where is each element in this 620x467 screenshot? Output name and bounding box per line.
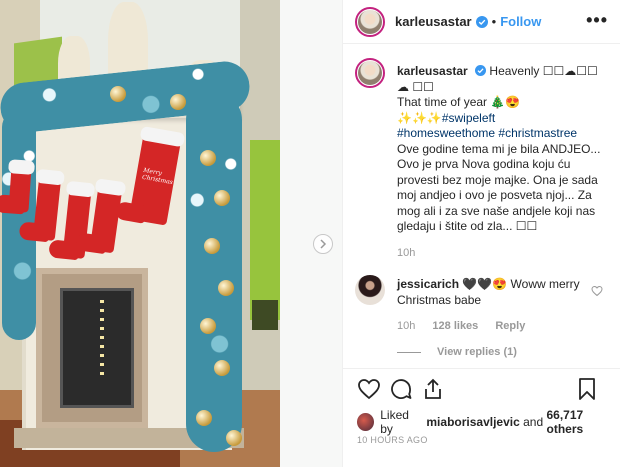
- verified-badge-icon: [475, 65, 487, 76]
- ornament: [196, 410, 212, 426]
- verified-badge-icon: [475, 15, 488, 28]
- view-replies-button[interactable]: View replies (1): [397, 345, 597, 361]
- comment-username[interactable]: jessicarich: [397, 277, 459, 291]
- comment-item: jessicarich 🖤🖤😍 Woww merry Christmas bab…: [343, 275, 620, 360]
- follow-button[interactable]: Follow: [500, 14, 541, 29]
- carousel-next-button[interactable]: [313, 234, 333, 254]
- reply-button[interactable]: Reply: [495, 320, 525, 332]
- green-cabinet: [250, 140, 280, 320]
- post-timestamp[interactable]: 10 HOURS AGO: [357, 435, 428, 445]
- caption-time[interactable]: 10h: [397, 247, 415, 259]
- ornament: [214, 190, 230, 206]
- caption-hashtags[interactable]: #homesweethome #christmastree: [397, 126, 609, 142]
- action-bar: [343, 368, 620, 408]
- comment-likes[interactable]: 128 likes: [432, 320, 478, 332]
- separator-dot: •: [491, 14, 497, 29]
- ornament: [200, 318, 216, 334]
- ornament: [170, 94, 186, 110]
- liker-avatar[interactable]: [357, 413, 375, 431]
- post-header: karleusastar • Follow •••: [343, 0, 620, 44]
- likes-prefix: Liked by: [380, 408, 409, 436]
- comment-icon[interactable]: [389, 377, 413, 401]
- caption-line: That time of year 🎄😍: [397, 95, 521, 109]
- stocking: [8, 165, 32, 213]
- bookmark-icon[interactable]: [575, 377, 599, 401]
- comments-list: karleusastar Heavenly ☐☐☁☐☐☁ ☐☐ That tim…: [343, 58, 620, 368]
- caption-body: karleusastar Heavenly ☐☐☁☐☐☁ ☐☐ That tim…: [397, 58, 609, 261]
- ornament: [218, 280, 234, 296]
- avatar[interactable]: [355, 58, 385, 88]
- comment-time[interactable]: 10h: [397, 320, 415, 332]
- ornament: [110, 86, 126, 102]
- chevron-right-icon: [320, 239, 327, 249]
- post-username[interactable]: karleusastar: [395, 14, 472, 29]
- ornament: [200, 150, 216, 166]
- more-options-icon[interactable]: •••: [586, 11, 608, 29]
- dark-cabinet: [252, 300, 278, 330]
- heart-icon[interactable]: [591, 285, 603, 297]
- post-sidebar: karleusastar • Follow ••• karleusastar H…: [342, 0, 620, 467]
- caption-text: Ove godine tema mi je bila ANDJEO... Ovo…: [397, 141, 601, 234]
- likes-line: Liked by miaborisavljevic and 66,717 oth…: [357, 408, 620, 436]
- firebox: [60, 288, 134, 408]
- post-image[interactable]: Merry Christmas: [0, 0, 342, 467]
- comment-meta: 10h 128 likes Reply: [397, 319, 597, 335]
- liker-username[interactable]: miaborisavljevic: [426, 415, 519, 429]
- stocking-text: Merry Christmas: [141, 166, 174, 187]
- likes-others[interactable]: 66,717 others: [547, 408, 620, 436]
- caption: karleusastar Heavenly ☐☐☁☐☐☁ ☐☐ That tim…: [343, 58, 620, 261]
- image-right-edge: [280, 0, 342, 467]
- ornament: [204, 238, 220, 254]
- share-icon[interactable]: [421, 377, 445, 401]
- comment-body: jessicarich 🖤🖤😍 Woww merry Christmas bab…: [397, 275, 597, 360]
- heart-icon[interactable]: [357, 377, 381, 401]
- avatar[interactable]: [355, 6, 385, 37]
- caption-hashtags[interactable]: ✨✨✨#swipeleft: [397, 111, 609, 127]
- caption-username[interactable]: karleusastar: [397, 64, 468, 78]
- garland: [186, 92, 242, 452]
- ornament: [214, 360, 230, 376]
- ornament: [226, 430, 242, 446]
- likes-and: and: [523, 415, 544, 429]
- fire-lights: [100, 300, 104, 380]
- caption-meta: 10h: [397, 246, 609, 262]
- commenter-avatar[interactable]: [355, 275, 385, 305]
